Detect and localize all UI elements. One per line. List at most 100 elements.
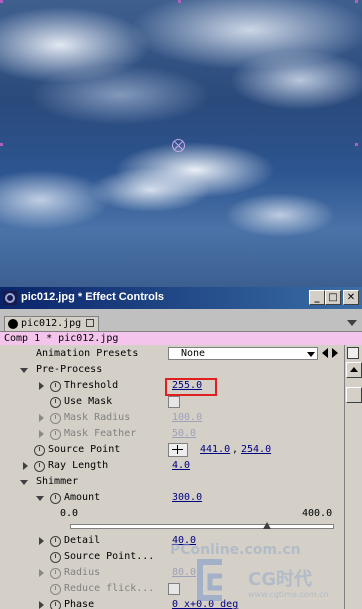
panel-options-icon[interactable]: [347, 347, 359, 359]
expand-icon[interactable]: [20, 368, 28, 373]
amount-value[interactable]: 300.0: [172, 490, 202, 506]
shimmer-group[interactable]: Shimmer: [0, 474, 344, 490]
expand-icon[interactable]: [23, 462, 28, 470]
expand-icon[interactable]: [39, 430, 44, 438]
stopwatch-icon[interactable]: [50, 536, 61, 547]
source-point-y[interactable]: 254.0: [241, 442, 271, 458]
amount-slider-knob[interactable]: [262, 522, 271, 529]
source-point-x[interactable]: 441.0: [200, 442, 230, 458]
mask-radius-row: Mask Radius 100.0: [0, 410, 344, 426]
expand-icon[interactable]: [36, 496, 44, 501]
detail-label: Detail: [64, 535, 101, 546]
window-title: pic012.jpg * Effect Controls: [21, 291, 165, 303]
mask-feather-row: Mask Feather 50.0: [0, 426, 344, 442]
vertical-scrollbar[interactable]: [344, 345, 362, 609]
scroll-thumb[interactable]: [346, 387, 362, 403]
animation-presets-dropdown[interactable]: None: [168, 347, 318, 360]
stopwatch-icon[interactable]: [50, 552, 61, 563]
expand-icon[interactable]: [20, 480, 28, 485]
preprocess-label: Pre-Process: [36, 364, 103, 375]
ray-length-row: Ray Length 4.0: [0, 458, 344, 474]
radius-row: Radius 80.0: [0, 565, 344, 581]
effect-icon: [8, 319, 18, 329]
amount-slider-track[interactable]: [70, 524, 334, 529]
panel-menu-icon[interactable]: [346, 318, 358, 328]
crosshair-icon[interactable]: [168, 443, 188, 457]
reduce-flicker-label: Reduce flick...: [64, 583, 155, 594]
maximize-button[interactable]: □: [325, 290, 341, 305]
stopwatch-icon[interactable]: [50, 600, 61, 609]
tab-pic012[interactable]: pic012.jpg: [4, 316, 100, 331]
layer-handle-mid-right[interactable]: [355, 143, 358, 146]
radius-label: Radius: [64, 567, 101, 578]
animation-presets-row: Animation Presets None: [0, 346, 344, 362]
detail-value[interactable]: 40.0: [172, 533, 196, 549]
animation-presets-label: Animation Presets: [36, 348, 139, 359]
anchor-point-icon[interactable]: [172, 139, 185, 152]
mask-radius-label: Mask Radius: [64, 412, 131, 423]
mask-radius-value[interactable]: 100.0: [172, 410, 202, 426]
layer-handle-top-right[interactable]: [355, 0, 358, 3]
after-effects-icon: [3, 291, 17, 305]
stopwatch-icon[interactable]: [34, 445, 45, 456]
tab-bar: pic012.jpg: [0, 309, 362, 332]
layer-handle-top-left[interactable]: [0, 0, 3, 3]
expand-icon[interactable]: [39, 382, 44, 390]
use-mask-row: Use Mask: [0, 394, 344, 410]
layer-handle-mid-left[interactable]: [0, 143, 3, 146]
property-list: Animation Presets None Pre-Process Thres…: [0, 345, 344, 609]
minimize-button[interactable]: _: [309, 290, 325, 305]
mask-feather-value[interactable]: 50.0: [172, 426, 196, 442]
amount-label: Amount: [64, 492, 101, 503]
composition-viewer[interactable]: [0, 0, 362, 287]
stopwatch-icon[interactable]: [50, 493, 61, 504]
phase-label: Phase: [64, 599, 95, 609]
source-point-row: Source Point 441.0 , 254.0: [0, 442, 344, 458]
source-point2-label: Source Point...: [64, 551, 155, 562]
stopwatch-icon[interactable]: [50, 397, 61, 408]
expand-icon[interactable]: [39, 569, 44, 577]
detail-row: Detail 40.0: [0, 533, 344, 549]
scroll-up-button[interactable]: [346, 362, 362, 378]
expand-icon[interactable]: [39, 414, 44, 422]
effect-controls-panel: pic012.jpg * Effect Controls _ □ ✕ pic01…: [0, 287, 362, 609]
tab-label: pic012.jpg: [21, 318, 82, 329]
source-point-separator: ,: [232, 444, 239, 455]
source-point2-row: Source Point...: [0, 549, 344, 565]
threshold-value[interactable]: 255.0: [172, 378, 202, 394]
previous-preset-icon[interactable]: [322, 348, 328, 358]
chevron-down-icon: [307, 352, 315, 357]
ray-length-value[interactable]: 4.0: [172, 458, 190, 474]
title-bar[interactable]: pic012.jpg * Effect Controls _ □ ✕: [0, 287, 362, 309]
phase-row: Phase 0 x+0.0 deg: [0, 597, 344, 609]
stopwatch-icon[interactable]: [50, 568, 61, 579]
expand-icon[interactable]: [39, 601, 44, 609]
animation-presets-value: None: [181, 348, 206, 359]
stopwatch-icon[interactable]: [34, 461, 45, 472]
stopwatch-icon[interactable]: [50, 381, 61, 392]
expand-icon[interactable]: [39, 537, 44, 545]
phase-value[interactable]: 0 x+0.0 deg: [172, 597, 238, 609]
tab-close-icon[interactable]: [86, 319, 95, 327]
next-preset-icon[interactable]: [332, 348, 338, 358]
close-button[interactable]: ✕: [343, 290, 359, 305]
layer-handle-top-mid[interactable]: [178, 0, 181, 3]
threshold-row: Threshold 255.0: [0, 378, 344, 396]
threshold-label: Threshold: [64, 380, 119, 391]
mask-feather-label: Mask Feather: [64, 428, 137, 439]
preprocess-group[interactable]: Pre-Process: [0, 362, 344, 378]
stopwatch-icon[interactable]: [50, 584, 61, 595]
use-mask-label: Use Mask: [64, 396, 113, 407]
amount-row: Amount 300.0: [0, 490, 344, 506]
layer-breadcrumb: Comp 1 * pic012.jpg: [0, 332, 362, 345]
stopwatch-icon[interactable]: [50, 429, 61, 440]
radius-value[interactable]: 80.0: [172, 565, 196, 581]
source-point-label: Source Point: [48, 444, 121, 455]
stopwatch-icon[interactable]: [50, 413, 61, 424]
shimmer-label: Shimmer: [36, 476, 79, 487]
use-mask-checkbox[interactable]: [168, 396, 180, 408]
reduce-flicker-row: Reduce flick...: [0, 581, 344, 597]
reduce-flicker-checkbox[interactable]: [168, 583, 180, 595]
ray-length-label: Ray Length: [48, 460, 109, 471]
amount-slider-row: [0, 520, 344, 532]
